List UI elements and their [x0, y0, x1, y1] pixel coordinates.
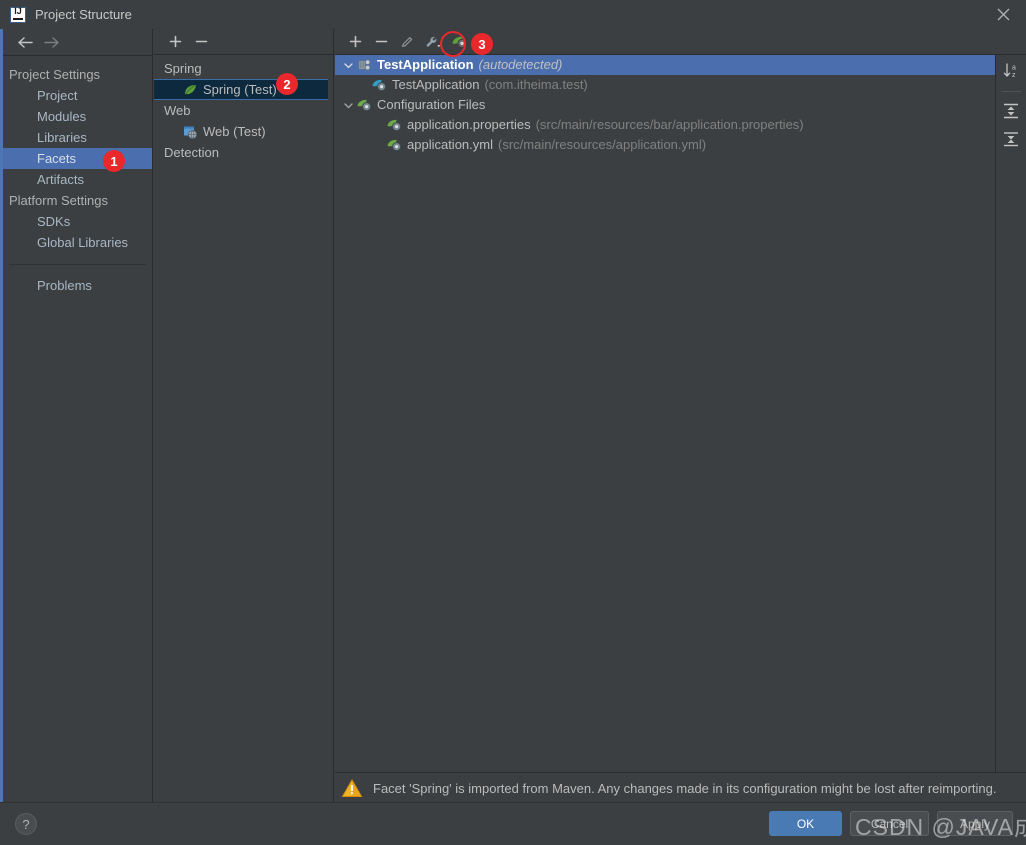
settings-sidebar: Project Settings Project Modules Librari… [3, 29, 153, 803]
tree-row-note: (autodetected) [478, 57, 563, 72]
tree-row-label: TestApplication [377, 57, 474, 72]
facet-item-label: Web (Test) [203, 124, 266, 139]
spring-config-icon [386, 137, 402, 153]
tree-row-label: Configuration Files [377, 97, 486, 112]
facet-group-spring: Spring [154, 58, 333, 79]
tree-row[interactable]: TestApplication (com.itheima.test) [335, 75, 995, 95]
cancel-button[interactable]: Cancel [850, 811, 929, 836]
minus-icon[interactable] [188, 31, 214, 53]
apply-button[interactable]: Apply [937, 811, 1013, 836]
tree-row-label: application.yml [407, 137, 493, 152]
facet-group-label: Web [164, 103, 191, 118]
spring-config-icon [356, 97, 372, 113]
sidebar-group-platform-settings: Platform Settings [9, 193, 108, 208]
sidebar-item-global-libraries[interactable]: Global Libraries [3, 232, 152, 253]
spring-context-icon [356, 57, 372, 73]
tree-row[interactable]: TestApplication (autodetected) [335, 55, 995, 75]
facets-list: Spring Spring (Test) Web Web (Test) Dete… [154, 55, 333, 163]
minus-icon[interactable] [368, 31, 394, 53]
chevron-down-icon[interactable] [341, 97, 356, 113]
facet-group-detection[interactable]: Detection [154, 142, 333, 163]
tree-row[interactable]: application.properties (src/main/resourc… [335, 115, 995, 135]
facet-group-web: Web [154, 100, 333, 121]
arrow-left-icon[interactable] [12, 31, 38, 53]
facet-warning-text: Facet 'Spring' is imported from Maven. A… [373, 780, 997, 796]
annotation-badge-2: 2 [276, 73, 298, 95]
svg-text:z: z [1012, 72, 1016, 79]
window-title: Project Structure [35, 7, 132, 22]
detail-toolbar [335, 29, 1026, 55]
plus-icon[interactable] [342, 31, 368, 53]
chevron-down-icon[interactable] [341, 57, 356, 73]
intellij-idea-icon [10, 6, 26, 23]
spring-java-bean-icon [371, 77, 387, 93]
tree-row[interactable]: Configuration Files [335, 95, 995, 115]
facets-list-panel: Spring Spring (Test) Web Web (Test) Dete… [154, 29, 334, 803]
facet-group-label: Detection [164, 145, 219, 160]
tree-row-label: application.properties [407, 117, 531, 132]
web-globe-icon [182, 124, 198, 140]
collapse-all-icon[interactable] [999, 127, 1023, 151]
tree-row-note: (com.itheima.test) [484, 77, 588, 92]
spring-leaf-icon [182, 82, 198, 98]
toolbar-divider [1001, 91, 1021, 92]
tree-row-note: (src/main/resources/bar/application.prop… [535, 117, 804, 132]
help-icon[interactable]: ? [15, 813, 37, 835]
pencil-icon[interactable] [394, 31, 420, 53]
close-icon[interactable] [980, 0, 1026, 28]
tree-row[interactable]: application.yml (src/main/resources/appl… [335, 135, 995, 155]
plus-icon[interactable] [162, 31, 188, 53]
facets-toolbar [154, 29, 333, 55]
project-structure-dialog: Project Structure Project Settings P [0, 0, 1026, 845]
sidebar-item-project[interactable]: Project [3, 85, 152, 106]
title-bar: Project Structure [0, 0, 1026, 30]
arrow-right-icon[interactable] [38, 31, 64, 53]
autodetect-button-highlight [440, 31, 466, 57]
facet-group-label: Spring [164, 61, 202, 76]
sidebar-nav-list: Project Settings Project Modules Librari… [3, 56, 152, 296]
sidebar-item-modules[interactable]: Modules [3, 106, 152, 127]
facet-item-label: Spring (Test) [203, 82, 277, 97]
tree-row-note: (src/main/resources/application.yml) [498, 137, 707, 152]
dialog-footer: ? OK Cancel Apply [0, 802, 1026, 845]
facet-warning-bar: Facet 'Spring' is imported from Maven. A… [335, 772, 1026, 803]
sidebar-item-sdks[interactable]: SDKs [3, 211, 152, 232]
sidebar-nav-toolbar [3, 29, 152, 56]
facet-detail-panel: TestApplication (autodetected) TestAppli… [335, 29, 1026, 803]
facet-item-web-test[interactable]: Web (Test) [154, 121, 333, 142]
annotation-badge-1: 1 [103, 150, 125, 172]
expand-all-icon[interactable] [999, 99, 1023, 123]
sidebar-group-project-settings: Project Settings [9, 67, 101, 82]
spring-context-tree[interactable]: TestApplication (autodetected) TestAppli… [335, 55, 995, 772]
annotation-badge-3: 3 [471, 33, 493, 55]
sort-alpha-icon[interactable]: a z [999, 59, 1023, 83]
sidebar-item-problems[interactable]: Problems [3, 275, 152, 296]
tree-side-toolbar: a z [995, 55, 1026, 772]
sidebar-item-libraries[interactable]: Libraries [3, 127, 152, 148]
ok-button[interactable]: OK [769, 811, 842, 836]
svg-text:a: a [1012, 65, 1016, 72]
spring-config-icon [386, 117, 402, 133]
sidebar-divider [9, 264, 146, 265]
warning-triangle-icon [341, 778, 363, 798]
sidebar-item-facets[interactable]: Facets [3, 148, 152, 169]
sidebar-item-artifacts[interactable]: Artifacts [3, 169, 152, 190]
facet-item-spring-test[interactable]: Spring (Test) [154, 79, 328, 100]
tree-row-label: TestApplication [392, 77, 480, 92]
